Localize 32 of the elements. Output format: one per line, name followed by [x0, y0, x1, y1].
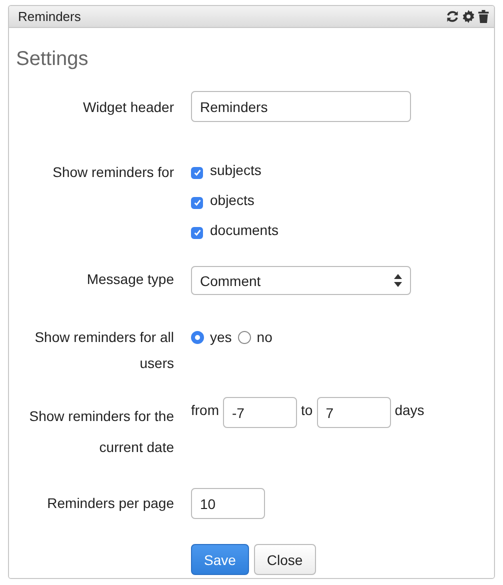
trash-icon[interactable]	[478, 10, 489, 23]
to-field[interactable]: 7	[316, 397, 391, 428]
from-field[interactable]: -7	[223, 397, 297, 428]
checkbox-label: subjects	[210, 161, 262, 180]
action-button[interactable]: Save	[191, 544, 249, 575]
radio-label: yes	[210, 328, 232, 347]
field-label: Show reminders for the current date	[28, 407, 174, 457]
widget-header-field[interactable]: Reminders	[191, 91, 411, 122]
select-arrows-icon	[394, 274, 402, 287]
refresh-icon[interactable]	[446, 10, 459, 23]
action-button[interactable]: Close	[254, 544, 316, 575]
per-page-field[interactable]: 10	[191, 488, 265, 519]
widget-title: Reminders	[18, 9, 82, 24]
field-label: Show reminders for	[52, 163, 174, 182]
to-label: to	[301, 401, 313, 420]
checkbox[interactable]	[191, 166, 203, 178]
checkbox[interactable]	[191, 226, 203, 238]
field-label: Widget header	[82, 98, 174, 117]
message-type-select[interactable]: Comment	[191, 266, 411, 295]
checkbox[interactable]	[191, 196, 203, 208]
field-label: Show reminders for all users	[34, 328, 174, 373]
settings-title: Settings	[16, 48, 88, 71]
field-label: Message type	[86, 270, 174, 289]
field-label: Reminders per page	[46, 494, 174, 513]
days-label: days	[394, 401, 424, 420]
radio-label: no	[256, 328, 272, 347]
checkbox-label: objects	[210, 191, 254, 210]
radio-button[interactable]	[191, 330, 204, 344]
from-label: from	[191, 401, 219, 420]
radio-button[interactable]	[238, 330, 251, 344]
settings-icon[interactable]	[462, 10, 475, 23]
checkbox-label: documents	[210, 221, 278, 240]
